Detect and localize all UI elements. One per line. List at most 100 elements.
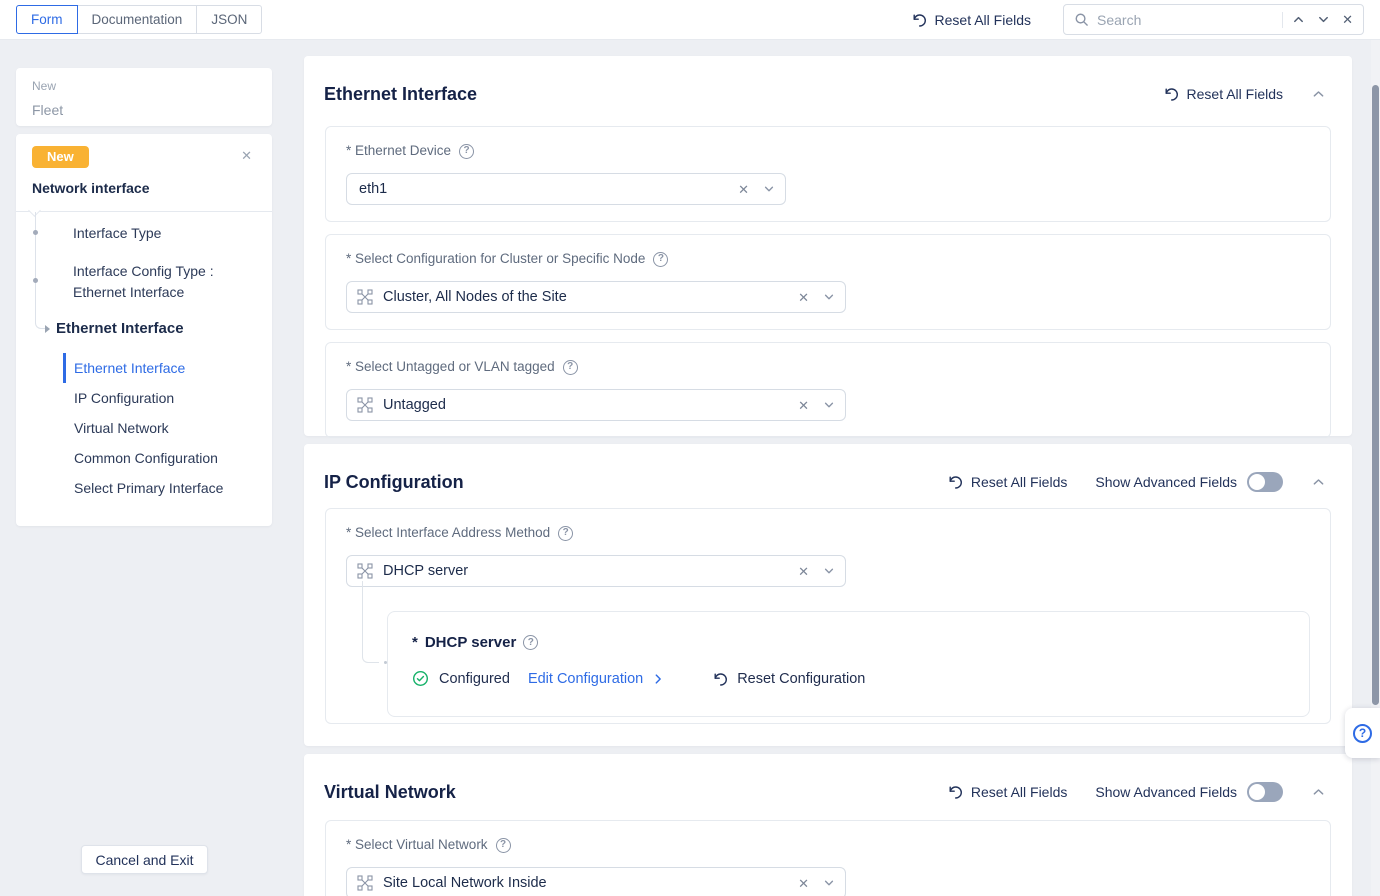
clear-icon[interactable]: ✕	[796, 291, 811, 304]
undo-icon	[1163, 86, 1179, 102]
field-label-row: * Select Configuration for Cluster or Sp…	[346, 251, 1310, 267]
section-reset-button[interactable]: Reset All Fields	[947, 474, 1067, 490]
chevron-down-icon[interactable]	[823, 399, 835, 411]
search-close-icon[interactable]: ✕	[1342, 13, 1353, 26]
chevron-down-icon[interactable]	[823, 291, 835, 303]
section-ip-configuration: IP Configuration Reset All Fields Show A…	[304, 444, 1352, 746]
address-method-select[interactable]: DHCP server ✕	[346, 555, 846, 587]
advanced-fields-label: Show Advanced Fields	[1095, 474, 1237, 490]
section-reset-label: Reset All Fields	[971, 784, 1067, 800]
section-header: IP Configuration Reset All Fields Show A…	[304, 444, 1352, 494]
nested-title-row: * DHCP server ?	[412, 634, 1285, 651]
help-icon[interactable]: ?	[558, 526, 573, 541]
one-of-icon	[357, 289, 373, 305]
collapse-caret-icon[interactable]	[1313, 788, 1324, 796]
section-reset-label: Reset All Fields	[1187, 86, 1283, 102]
field-label-row: * Select Untagged or VLAN tagged ?	[346, 359, 1310, 375]
nested-connector-line	[362, 581, 379, 663]
tab-json[interactable]: JSON	[196, 5, 262, 34]
substep-select-primary-interface[interactable]: Select Primary Interface	[63, 473, 266, 503]
chevron-down-icon[interactable]	[823, 565, 835, 577]
step-interface-config-type[interactable]: Interface Config Type : Ethernet Interfa…	[73, 261, 262, 303]
select-value: Cluster, All Nodes of the Site	[383, 289, 567, 305]
chevron-down-icon[interactable]	[823, 877, 835, 889]
context-action-label: New	[32, 79, 256, 93]
help-icon[interactable]: ?	[496, 838, 511, 853]
panel-title: Network interface	[32, 180, 256, 196]
nested-connector-dot	[384, 661, 387, 664]
required-mark: *	[412, 634, 418, 651]
select-value: eth1	[359, 181, 387, 197]
substep-virtual-network[interactable]: Virtual Network	[63, 413, 266, 443]
substep-ethernet-interface[interactable]: Ethernet Interface	[63, 353, 266, 383]
scrollbar-track[interactable]	[1371, 40, 1380, 896]
collapse-caret-icon[interactable]	[1313, 478, 1324, 486]
one-of-icon	[357, 397, 373, 413]
search-box: ✕	[1063, 4, 1364, 35]
tree-dot-icon	[33, 230, 38, 235]
clear-icon[interactable]: ✕	[796, 565, 811, 578]
advanced-fields-label: Show Advanced Fields	[1095, 784, 1237, 800]
chevron-down-icon[interactable]	[1317, 13, 1330, 26]
advanced-fields-group: Show Advanced Fields	[1095, 782, 1283, 802]
tab-documentation[interactable]: Documentation	[77, 5, 198, 34]
field-label-row: * Ethernet Device ?	[346, 143, 1310, 159]
view-tabs: Form Documentation JSON	[16, 5, 262, 34]
untagged-vlan-select[interactable]: Untagged ✕	[346, 389, 846, 421]
chevron-up-icon[interactable]	[1292, 13, 1305, 26]
section-title: IP Configuration	[324, 472, 947, 493]
dhcp-status-row: Configured Edit Configuration Reset Conf…	[412, 670, 1285, 687]
field-virtual-network: * Select Virtual Network ? Site Local Ne…	[325, 820, 1331, 896]
chevron-right-icon	[652, 673, 664, 685]
help-icon[interactable]: ?	[653, 252, 668, 267]
substep-ip-configuration[interactable]: IP Configuration	[63, 383, 266, 413]
substep-common-configuration[interactable]: Common Configuration	[63, 443, 266, 473]
step-ethernet-interface[interactable]: Ethernet Interface	[56, 318, 262, 339]
wizard-substeps: Ethernet Interface IP Configuration Virt…	[63, 353, 266, 503]
cluster-or-node-select[interactable]: Cluster, All Nodes of the Site ✕	[346, 281, 846, 313]
undo-icon	[911, 12, 927, 28]
scrollbar-thumb[interactable]	[1372, 85, 1379, 705]
select-value: DHCP server	[383, 563, 468, 579]
wizard-nav-header: New ✕	[32, 146, 256, 168]
wizard-nav-panel: New ✕ Network interface Interface Type I…	[16, 134, 272, 526]
panel-close-icon[interactable]: ✕	[237, 146, 256, 166]
cancel-and-exit-button[interactable]: Cancel and Exit	[81, 845, 208, 874]
collapse-caret-icon[interactable]	[1313, 90, 1324, 98]
field-ethernet-device: * Ethernet Device ? eth1 ✕	[325, 126, 1331, 222]
step-interface-type[interactable]: Interface Type	[73, 223, 262, 244]
section-reset-button[interactable]: Reset All Fields	[947, 784, 1067, 800]
context-object-label[interactable]: Fleet	[32, 102, 256, 118]
reset-configuration-button[interactable]: Reset Configuration	[712, 671, 865, 687]
chevron-down-icon[interactable]	[763, 183, 775, 195]
dhcp-server-card: * DHCP server ? Configured Edit Configur…	[387, 611, 1310, 717]
reset-all-fields-button[interactable]: Reset All Fields	[911, 12, 1031, 28]
clear-icon[interactable]: ✕	[736, 183, 751, 196]
section-reset-label: Reset All Fields	[971, 474, 1067, 490]
help-icon[interactable]: ?	[523, 635, 538, 650]
panel-divider	[16, 211, 272, 212]
virtual-network-select[interactable]: Site Local Network Inside ✕	[346, 867, 846, 896]
tab-form[interactable]: Form	[16, 5, 78, 34]
toggle-knob	[1249, 784, 1265, 800]
undo-icon	[712, 671, 728, 687]
field-label: * Select Interface Address Method	[346, 525, 550, 541]
clear-icon[interactable]: ✕	[796, 399, 811, 412]
edit-configuration-link[interactable]: Edit Configuration	[528, 671, 664, 687]
search-divider	[1282, 12, 1283, 28]
help-icon[interactable]: ?	[563, 360, 578, 375]
ethernet-device-select[interactable]: eth1 ✕	[346, 173, 786, 205]
section-header: Ethernet Interface Reset All Fields	[304, 56, 1352, 106]
help-icon[interactable]: ?	[459, 144, 474, 159]
clear-icon[interactable]: ✕	[796, 877, 811, 890]
advanced-fields-toggle[interactable]	[1247, 472, 1283, 492]
section-header: Virtual Network Reset All Fields Show Ad…	[304, 754, 1352, 804]
search-icon	[1074, 12, 1089, 27]
help-icon: ?	[1353, 724, 1372, 743]
section-reset-button[interactable]: Reset All Fields	[1163, 86, 1283, 102]
advanced-fields-toggle[interactable]	[1247, 782, 1283, 802]
search-input[interactable]	[1097, 12, 1278, 28]
help-button[interactable]: ?	[1345, 708, 1380, 758]
select-value: Untagged	[383, 397, 446, 413]
field-label: * Ethernet Device	[346, 143, 451, 159]
